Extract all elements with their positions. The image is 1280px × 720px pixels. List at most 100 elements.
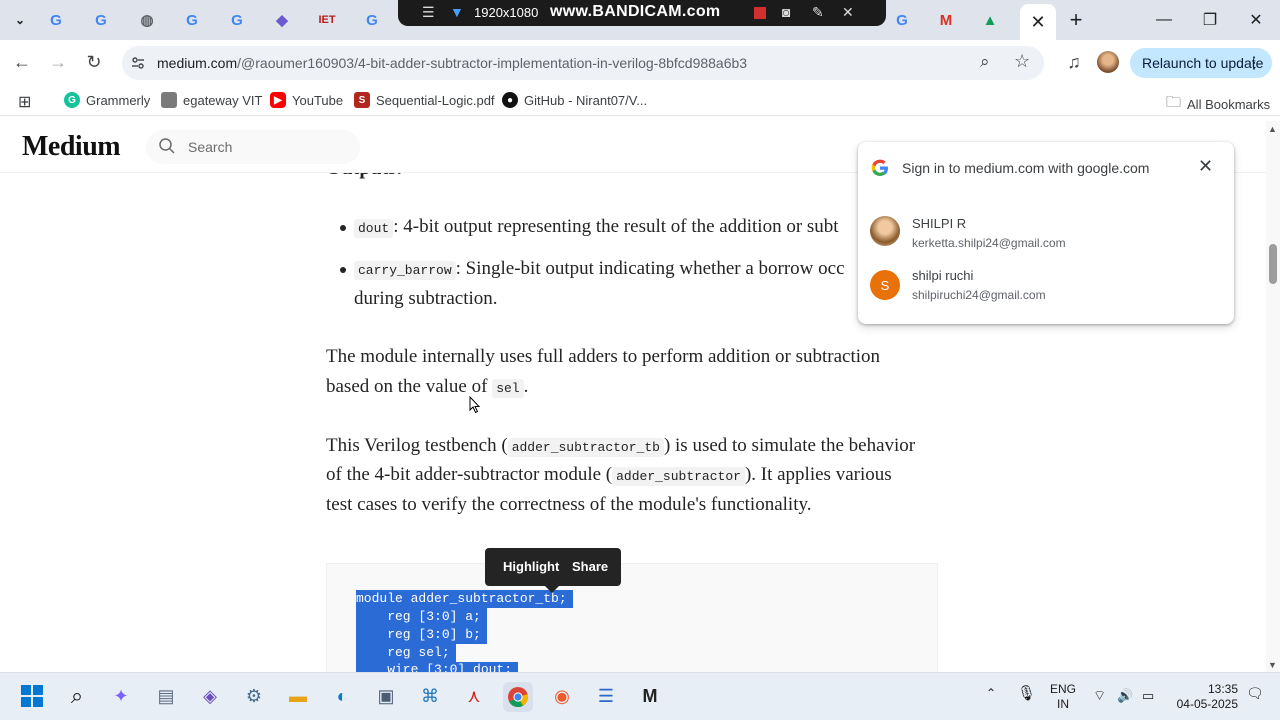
tab-google-icon[interactable]: G [225,8,249,32]
share-button[interactable]: Share [572,559,608,574]
new-tab-button[interactable]: + [1064,7,1088,32]
close-icon[interactable]: ✕ [1198,156,1213,177]
record-stop-icon[interactable] [754,7,766,19]
bookmark-egateway[interactable]: egateway VIT [161,92,263,108]
windows-start-icon[interactable] [18,682,46,710]
bandicam-recorder-bar: ☰ ▼ 1920x1080 www.BANDICAM.com ◙ ✎ ✕ [398,0,886,26]
terminal-icon[interactable]: ▤ [152,682,180,710]
bookmark-sequential-logic[interactable]: S Sequential-Logic.pdf [354,92,495,108]
edge-icon[interactable]: ◐ [328,682,356,710]
close-icon[interactable]: ✕ [842,4,854,21]
tab-iet-icon[interactable]: IET [315,8,339,32]
site-settings-icon[interactable] [130,55,146,71]
medium-search-input[interactable]: Search [146,130,360,164]
code-line[interactable]: reg [3:0] b; [356,626,487,644]
inline-code: adder_subtractor [612,467,745,486]
highlight-button[interactable]: Highlight [503,559,559,574]
file-explorer-icon[interactable]: ▬ [284,682,312,710]
tab-close-icon[interactable]: ✕ [1020,4,1056,40]
account-row[interactable]: S shilpi ruchi shilpiruchi24@gmail.com [858,258,1234,310]
back-arrow-icon[interactable]: ← [10,50,34,74]
tab-app-icon[interactable]: ◆ [270,8,294,32]
settings-gear-icon[interactable]: ⚙ [240,682,268,710]
chrome-icon[interactable] [503,682,533,712]
bookmark-label: Sequential-Logic.pdf [376,92,495,108]
more-vert-icon[interactable]: ⋮ [1246,53,1262,73]
battery-icon[interactable]: ▭ [1142,688,1154,703]
copilot-icon[interactable]: ✦ [107,682,135,710]
account-name: SHILPI R [912,216,967,231]
tab-google-icon[interactable]: G [89,8,113,32]
microphone-icon[interactable]: 🎙 [1017,686,1036,701]
taskbar-search-icon[interactable]: ⌕ [63,682,91,710]
bookmark-github[interactable]: ● GitHub - Nirant07/V... [502,92,647,108]
camera-icon[interactable]: ◙ [782,4,790,20]
acrobat-icon[interactable]: ⋏ [460,682,488,710]
google-logo-icon [871,159,888,176]
tab-globe-icon[interactable]: ◍ [135,8,159,32]
scroll-down-icon[interactable]: ▼ [1268,660,1277,670]
code-line[interactable]: reg sel; [356,644,456,662]
brave-icon[interactable]: ◉ [548,682,576,710]
page-scrollbar[interactable] [1266,121,1280,672]
bullet-dout: dout: 4-bit output representing the resu… [354,216,839,238]
wifi-icon[interactable]: ⌔ [1093,688,1106,703]
folder-icon: 🗀 [1166,94,1182,111]
tab-search-chevron-icon[interactable]: ⌄ [8,8,32,32]
clock[interactable]: 13:35 04-05-2025 [1172,682,1238,712]
bullet-dot [340,267,346,273]
pin-icon[interactable]: ▼ [450,4,464,20]
zoom-search-icon[interactable]: ⌕ [980,52,990,72]
code-line[interactable]: reg [3:0] a; [356,608,487,626]
medium-logo[interactable]: Medium [22,131,121,163]
chevron-up-icon[interactable]: ⌃ [986,686,996,701]
restore-icon[interactable]: ❐ [1196,8,1224,32]
bookmark-youtube[interactable]: ▶ YouTube [270,92,343,108]
bookmark-grammerly[interactable]: G Grammerly [64,92,150,108]
menu-icon[interactable]: ☰ [422,4,435,21]
code-line[interactable]: wire [3:0] dout; [356,662,519,672]
scroll-up-icon[interactable]: ▲ [1268,124,1277,134]
scrollbar-thumb[interactable] [1269,244,1277,284]
tab-drive-icon[interactable]: ▲ [978,8,1002,32]
tab-google-icon[interactable]: G [360,8,384,32]
paragraph-1-line-2: based on the value of sel. [326,376,528,398]
url-text[interactable]: medium.com/@raoumer160903/4-bit-adder-su… [157,55,747,71]
notifications-icon[interactable]: 🗨 [1246,686,1264,701]
inline-code: adder_subtractor_tb [507,438,664,457]
media-control-icon[interactable]: ♫ [1062,50,1086,74]
network-app-icon[interactable]: ⌘ [416,682,444,710]
screen-snip-icon[interactable]: ▣ [372,682,400,710]
paragraph-text: This Verilog testbench ( [326,435,508,456]
account-name: shilpi ruchi [912,268,974,283]
address-bar[interactable]: medium.com/@raoumer160903/4-bit-adder-su… [122,46,1044,80]
bookmark-label: YouTube [292,92,344,108]
window-close-icon[interactable]: ✕ [1242,8,1270,32]
language-indicator[interactable]: ENG IN [1050,682,1076,712]
forward-arrow-icon[interactable]: → [46,50,70,74]
account-row[interactable]: SHILPI R kerketta.shilpi24@gmail.com [858,206,1234,258]
bookmark-star-icon[interactable]: ☆ [1014,51,1030,72]
tab-google-icon[interactable]: G [44,8,68,32]
medium-app-icon[interactable]: M [636,682,664,710]
tab-google-icon[interactable]: G [180,8,204,32]
search-placeholder: Search [188,139,233,155]
code-line[interactable]: module adder_subtractor_tb; [356,590,573,608]
all-bookmarks[interactable]: 🗀 All Bookmarks [1166,92,1270,117]
paragraph-2-line-1: This Verilog testbench (adder_subtractor… [326,435,915,457]
paragraph-1-line-1: The module internally uses full adders t… [326,346,881,367]
highlight-share-popup: Highlight Share [485,548,621,593]
relaunch-button[interactable]: Relaunch to update ⋮ [1130,48,1272,78]
visual-studio-icon[interactable]: ◈ [196,682,224,710]
notepad-icon[interactable]: ☰ [592,682,620,710]
tab-gmail-icon[interactable]: M [934,8,958,32]
minimize-icon[interactable]: — [1150,8,1178,32]
clock-time: 13:35 [1207,682,1238,696]
profile-avatar[interactable] [1097,51,1119,73]
bookmark-label: egateway VIT [183,92,263,108]
volume-icon[interactable]: 🔊 [1117,688,1133,703]
pencil-icon[interactable]: ✎ [812,4,824,21]
reload-icon[interactable]: ↻ [82,50,106,74]
apps-grid-icon[interactable]: ⊞ [18,92,31,112]
tab-google-icon[interactable]: G [890,8,914,32]
